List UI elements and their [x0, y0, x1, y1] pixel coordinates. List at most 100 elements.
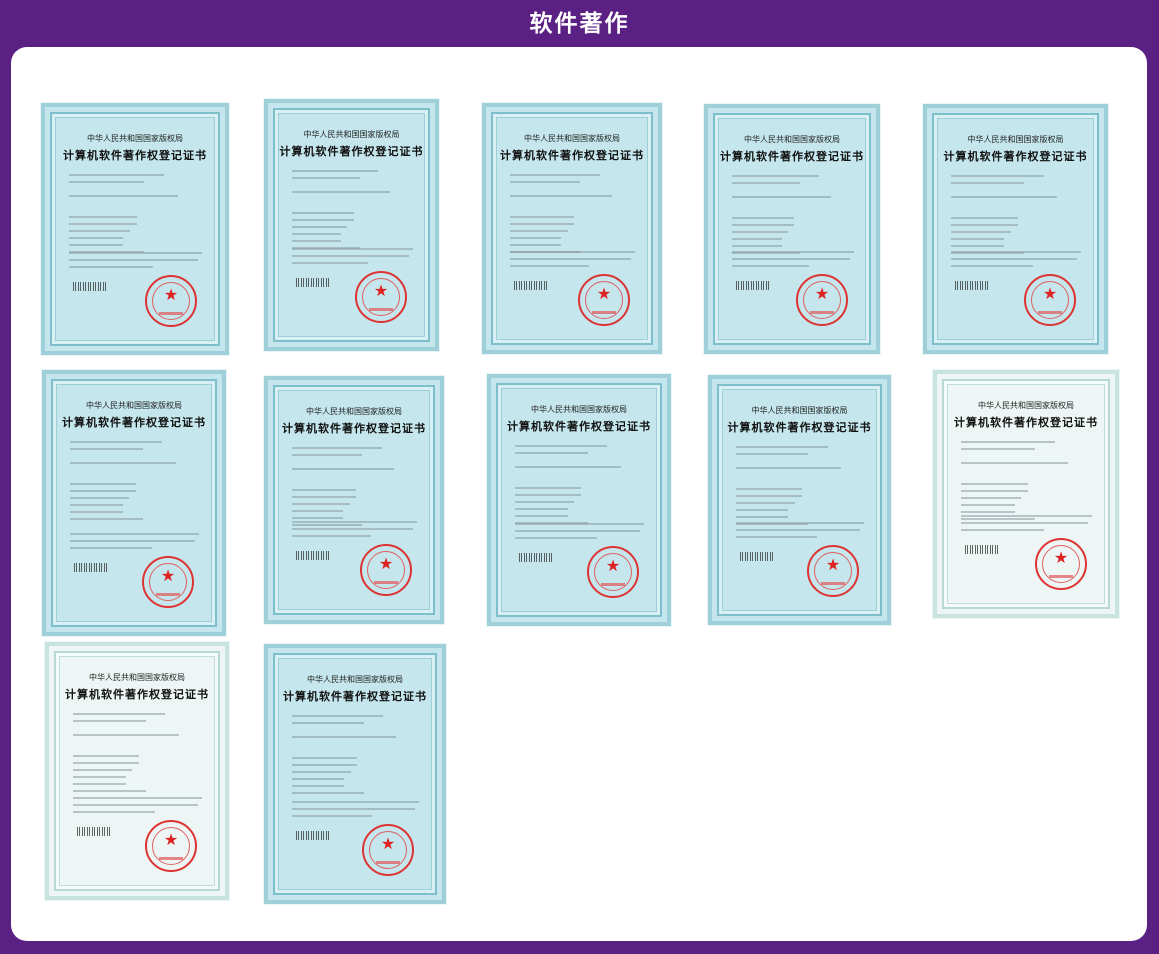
certificate-statement: [951, 246, 1088, 272]
barcode-icon: [965, 545, 999, 554]
certificate-issuer: 中华人民共和国国家版权局: [306, 407, 402, 416]
star-icon: ★: [825, 555, 841, 574]
certificate-statement: [292, 243, 419, 269]
certificate-heading: 计算机软件著作权登记证书: [279, 145, 424, 158]
seal-text: [159, 857, 183, 860]
certificate-image[interactable]: 中华人民共和国国家版权局计算机软件著作权登记证书 ★: [486, 373, 672, 627]
official-seal-icon: ★: [362, 824, 414, 876]
certificate-image[interactable]: 中华人民共和国国家版权局计算机软件著作权登记证书 ★: [44, 641, 230, 901]
certificate-fields: [515, 440, 647, 529]
certificate-image[interactable]: 中华人民共和国国家版权局计算机软件著作权登记证书 ★: [922, 103, 1109, 355]
seal-text: [376, 861, 400, 864]
seal-text: [821, 582, 845, 585]
certificate-statement: [70, 528, 206, 554]
certificate-statement: [515, 518, 651, 544]
star-icon: ★: [1042, 284, 1058, 303]
certificate-issuer: 中华人民共和国国家版权局: [86, 401, 182, 410]
certificate-heading: 计算机软件著作权登记证书: [63, 149, 207, 162]
certificate-image[interactable]: 中华人民共和国国家版权局计算机软件著作权登记证书 ★: [263, 98, 440, 352]
seal-text: [810, 311, 834, 314]
certificate-fields: [292, 165, 415, 254]
seal-text: [156, 593, 180, 596]
certificate-image[interactable]: 中华人民共和国国家版权局计算机软件著作权登记证书 ★: [263, 375, 445, 625]
star-icon: ★: [163, 285, 179, 304]
seal-text: [1049, 575, 1073, 578]
star-icon: ★: [380, 834, 396, 853]
star-icon: ★: [373, 281, 389, 300]
certificate-heading: 计算机软件著作权登记证书: [943, 150, 1088, 163]
certificate-heading: 计算机软件著作权登记证书: [720, 150, 864, 163]
certificate-issuer: 中华人民共和国国家版权局: [744, 135, 840, 144]
certificate-image[interactable]: 中华人民共和国国家版权局计算机软件著作权登记证书 ★: [707, 374, 892, 626]
certificate-statement: [732, 246, 860, 272]
star-icon: ★: [605, 556, 621, 575]
certificate-image[interactable]: 中华人民共和国国家版权局计算机软件著作权登记证书 ★: [481, 102, 663, 355]
barcode-icon: [73, 282, 107, 291]
certificate-image[interactable]: 中华人民共和国国家版权局计算机软件著作权登记证书 ★: [703, 103, 881, 355]
certificate-heading: 计算机软件著作权登记证书: [283, 690, 427, 703]
barcode-icon: [74, 563, 108, 572]
certificate-issuer: 中华人民共和国国家版权局: [751, 406, 848, 415]
official-seal-icon: ★: [587, 546, 639, 598]
certificate-heading: 计算机软件著作权登记证书: [727, 421, 872, 434]
barcode-icon: [77, 827, 111, 836]
star-icon: ★: [596, 284, 612, 303]
star-icon: ★: [163, 830, 179, 849]
barcode-icon: [296, 278, 330, 287]
star-icon: ★: [378, 554, 394, 573]
certificate-statement: [961, 510, 1099, 536]
certificate-issuer: 中华人民共和国国家版权局: [978, 401, 1074, 410]
official-seal-icon: ★: [355, 271, 407, 323]
star-icon: ★: [814, 284, 830, 303]
certificate-image[interactable]: 中华人民共和国国家版权局 计算机软件著作权登记证书 ★: [40, 102, 230, 356]
barcode-icon: [296, 551, 330, 560]
barcode-icon: [514, 281, 548, 290]
certificate-statement: [736, 517, 871, 543]
star-icon: ★: [1053, 548, 1069, 567]
official-seal-icon: ★: [578, 274, 630, 326]
seal-text: [374, 581, 398, 584]
certificate-issuer: 中华人民共和国国家版权局: [307, 675, 403, 684]
official-seal-icon: ★: [360, 544, 412, 596]
seal-text: [601, 583, 625, 586]
certificate-image[interactable]: 中华人民共和国国家版权局计算机软件著作权登记证书 ★: [932, 369, 1120, 619]
seal-text: [369, 308, 393, 311]
certificate-image[interactable]: 中华人民共和国国家版权局计算机软件著作权登记证书 ★: [263, 643, 447, 905]
page-title: 软件著作: [529, 11, 630, 37]
barcode-icon: [740, 552, 774, 561]
official-seal-icon: ★: [145, 820, 197, 872]
certificate-fields: [69, 169, 205, 258]
certificate-issuer: 中华人民共和国国家版权局: [89, 673, 185, 682]
certificate-issuer: 中华人民共和国国家版权局: [967, 135, 1064, 144]
certificate-statement: [292, 516, 424, 542]
official-seal-icon: ★: [796, 274, 848, 326]
certificate-image[interactable]: 中华人民共和国国家版权局计算机软件著作权登记证书 ★: [41, 369, 227, 637]
official-seal-icon: ★: [142, 556, 194, 608]
seal-text: [1038, 311, 1062, 314]
certificate-heading: 计算机软件著作权登记证书: [500, 149, 644, 162]
certificate-statement: [510, 246, 642, 272]
barcode-icon: [519, 553, 553, 562]
seal-text: [159, 312, 183, 315]
certificate-heading: 计算机软件著作权登记证书: [954, 416, 1098, 429]
certificate-heading: 计算机软件著作权登记证书: [507, 420, 651, 433]
certificate-statement: [292, 796, 426, 822]
certificate-fields: [70, 436, 202, 525]
barcode-icon: [736, 281, 770, 290]
certificate-heading: 计算机软件著作权登记证书: [65, 688, 209, 701]
certificate-issuer: 中华人民共和国国家版权局: [524, 134, 620, 143]
certificate-heading: 计算机软件著作权登记证书: [62, 416, 206, 429]
official-seal-icon: ★: [807, 545, 859, 597]
certificate-heading: 计算机软件著作权登记证书: [282, 422, 426, 435]
certificate-statement: [69, 247, 209, 273]
official-seal-icon: ★: [1024, 274, 1076, 326]
certificate-fields: [510, 169, 638, 258]
official-seal-icon: ★: [1035, 538, 1087, 590]
certificate-fields: [73, 708, 205, 797]
seal-text: [592, 311, 616, 314]
star-icon: ★: [160, 566, 176, 585]
barcode-icon: [955, 281, 989, 290]
certificate-issuer: 中华人民共和国国家版权局: [303, 130, 400, 139]
barcode-icon: [296, 831, 330, 840]
certificate-issuer: 中华人民共和国国家版权局: [531, 405, 627, 414]
